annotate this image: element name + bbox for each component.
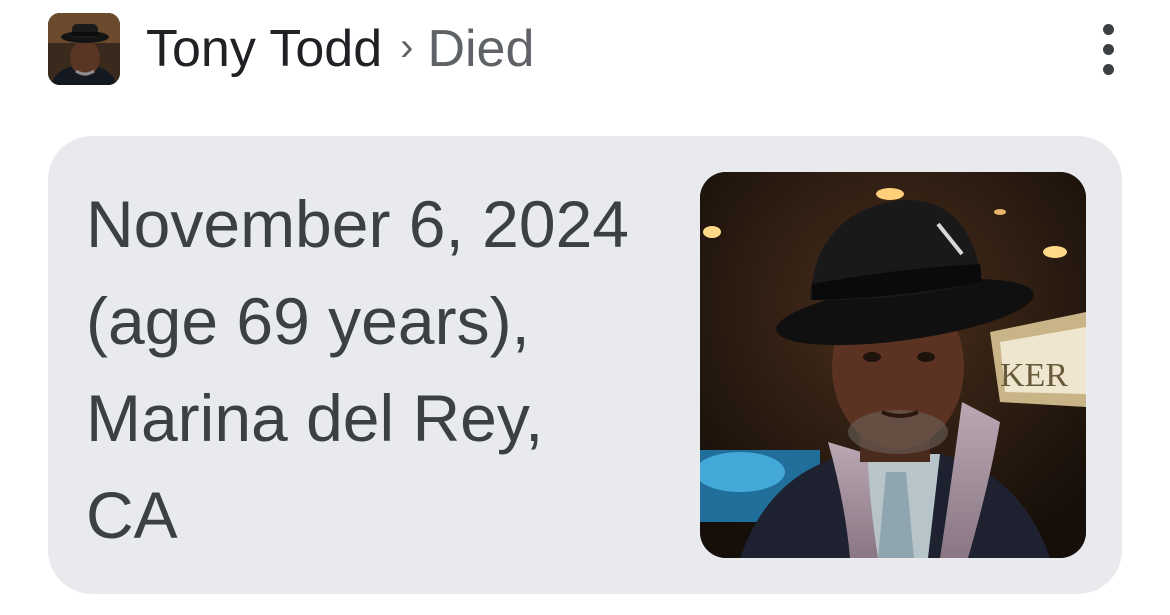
entity-photo[interactable]: KER (700, 172, 1086, 558)
photo-image: KER (700, 172, 1086, 558)
knowledge-panel: Tony Todd › Died November 6, 2024 (age 6… (0, 0, 1170, 615)
breadcrumb-attribute: Died (427, 20, 535, 78)
header: Tony Todd › Died (48, 10, 1128, 88)
avatar-image (48, 13, 120, 85)
breadcrumb-entity[interactable]: Tony Todd (146, 23, 382, 75)
menu-dot (1102, 43, 1114, 55)
answer-card[interactable]: November 6, 2024 (age 69 years), Marina … (48, 136, 1122, 594)
menu-dot (1102, 63, 1114, 75)
answer-text: November 6, 2024 (age 69 years), Marina … (86, 187, 629, 552)
menu-dot (1102, 23, 1114, 35)
sign-text: KER (1000, 357, 1068, 394)
more-vert-icon[interactable] (1088, 16, 1128, 82)
breadcrumb: Tony Todd › Died (146, 23, 534, 75)
breadcrumb-separator: › (400, 25, 414, 69)
entity-avatar[interactable] (48, 13, 120, 85)
